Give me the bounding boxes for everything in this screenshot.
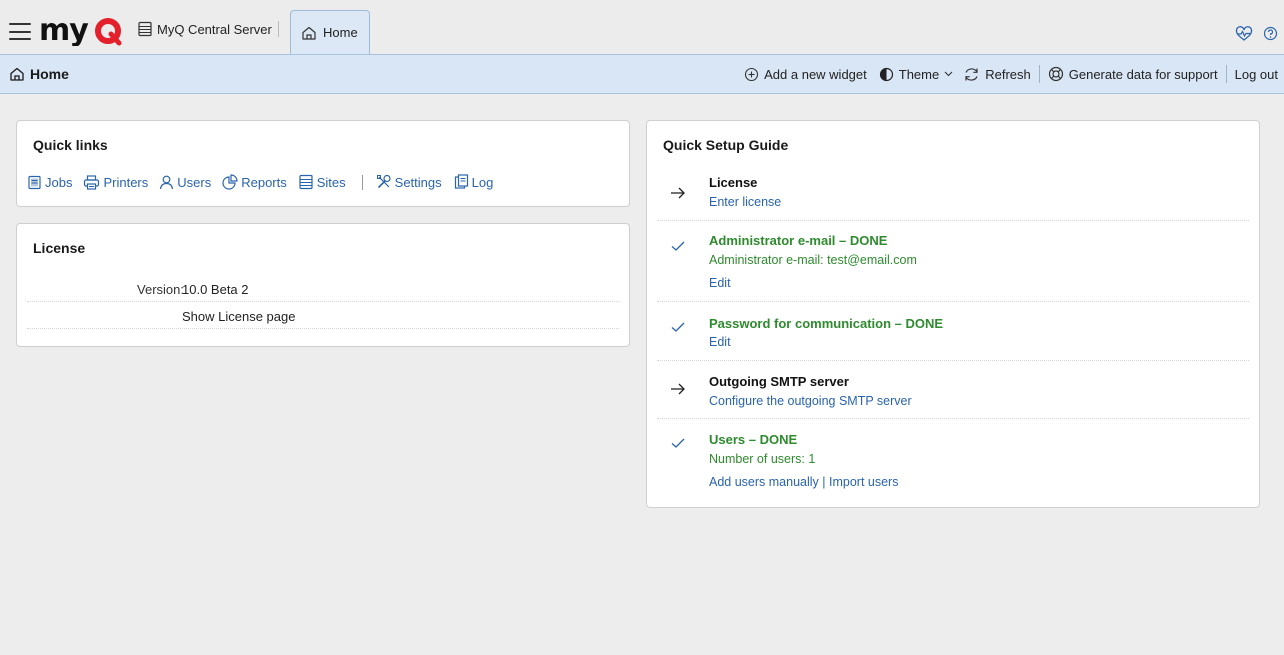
arrow-right-icon [671, 383, 685, 395]
theme-icon [879, 67, 893, 81]
top-bar: my MyQ Central Server Home [0, 0, 1284, 54]
quick-link-label: Log [471, 174, 494, 190]
refresh-icon [965, 67, 978, 81]
printer-icon [84, 174, 100, 190]
check-icon [671, 241, 685, 251]
license-link-row: Show License page [27, 302, 619, 329]
setup-item-admin-email: Administrator e-mail – DONE Administrato… [657, 221, 1249, 302]
support-label: Generate data for support [1068, 66, 1218, 82]
quick-link-reports[interactable]: Reports [222, 174, 287, 190]
show-license-link[interactable]: Show License page [182, 309, 295, 324]
logout-button[interactable]: Log out [1235, 67, 1278, 82]
quick-link-jobs[interactable]: Jobs [27, 175, 72, 190]
users-links: Add users manually | Import users [709, 475, 898, 489]
version-label: Version: [137, 282, 184, 297]
refresh-label: Refresh [985, 66, 1031, 82]
server-name: MyQ Central Server [157, 21, 272, 37]
divider [1038, 65, 1040, 83]
page-header: Home Add a new widget Theme Refresh Gene… [0, 54, 1284, 94]
arrow-right-icon [671, 187, 685, 199]
logout-label: Log out [1234, 66, 1278, 82]
settings-icon [376, 174, 391, 188]
panel-title: Quick Setup Guide [663, 137, 789, 153]
license-version-row: Version: 10.0 Beta 2 [27, 275, 619, 302]
edit-password-link[interactable]: Edit [709, 335, 731, 349]
home-icon [10, 67, 24, 81]
svg-text:my: my [39, 16, 89, 46]
lifebuoy-icon [1048, 66, 1063, 82]
setup-item-license: License Enter license [657, 163, 1249, 221]
reports-icon [222, 174, 238, 190]
help-button[interactable] [1263, 26, 1278, 41]
setup-item-title: Administrator e-mail – DONE [709, 233, 888, 248]
version-value: 10.0 Beta 2 [182, 282, 249, 297]
add-widget-button[interactable]: Add a new widget [744, 67, 867, 82]
menu-icon[interactable] [9, 23, 31, 40]
myq-logo[interactable]: my [39, 16, 123, 46]
quick-link-users[interactable]: Users [159, 175, 211, 190]
tab-label: Home [323, 25, 358, 40]
quick-links-panel: Quick links Jobs Printers Users Reports … [16, 120, 630, 207]
quick-link-label: Settings [394, 174, 442, 190]
divider [1225, 65, 1227, 83]
theme-dropdown[interactable]: Theme [879, 67, 953, 82]
log-icon [454, 174, 468, 189]
add-users-manually-link[interactable]: Add users manually [709, 475, 819, 489]
divider [278, 21, 279, 37]
setup-item-title: License [709, 175, 758, 190]
enter-license-link[interactable]: Enter license [709, 195, 781, 209]
setup-item-title: Users – DONE [709, 432, 798, 447]
quick-link-log[interactable]: Log [453, 174, 494, 190]
quick-link-label: Sites [316, 174, 346, 190]
setup-item-users: Users – DONE Number of users: 1 Add user… [657, 419, 1249, 499]
check-icon [671, 322, 685, 332]
sites-icon [299, 174, 313, 190]
setup-item-detail: Administrator e-mail: test@email.com [709, 253, 917, 267]
panel-title: License [33, 240, 86, 256]
setup-item-title: Outgoing SMTP server [709, 374, 849, 389]
setup-item-password: Password for communication – DONE Edit [657, 302, 1249, 361]
quick-link-printers[interactable]: Printers [83, 175, 148, 190]
tab-home[interactable]: Home [290, 10, 370, 54]
page-title-text: Home [30, 66, 69, 82]
edit-admin-email-link[interactable]: Edit [709, 276, 731, 290]
chevron-down-icon [944, 71, 953, 77]
import-users-link[interactable]: Import users [829, 475, 898, 489]
theme-label: Theme [898, 66, 940, 82]
page-title: Home [9, 66, 69, 82]
server-selector[interactable]: MyQ Central Server [137, 20, 272, 38]
add-widget-label: Add a new widget [764, 66, 867, 82]
setup-item-detail: Number of users: 1 [709, 452, 816, 466]
logo-image: my [39, 16, 122, 46]
quick-link-sites[interactable]: Sites [298, 174, 346, 190]
help-icon [1263, 26, 1278, 41]
panel-title: Quick links [33, 137, 108, 153]
divider [361, 174, 363, 190]
header-actions: Add a new widget Theme Refresh Generate … [744, 64, 1278, 84]
refresh-button[interactable]: Refresh [963, 67, 1031, 82]
generate-support-data-button[interactable]: Generate data for support [1048, 66, 1218, 82]
jobs-icon [28, 175, 41, 189]
quick-link-label: Jobs [45, 174, 73, 190]
configure-smtp-link[interactable]: Configure the outgoing SMTP server [709, 394, 912, 408]
health-icon [1235, 26, 1253, 41]
link-separator: | [822, 475, 826, 489]
setup-item-title: Password for communication – DONE [709, 316, 944, 331]
quick-link-label: Users [177, 174, 212, 190]
quick-links-row: Jobs Printers Users Reports Sites Settin… [27, 173, 504, 191]
health-button[interactable] [1235, 26, 1253, 42]
check-icon [671, 438, 685, 448]
user-icon [160, 175, 174, 189]
setup-item-smtp: Outgoing SMTP server Configure the outgo… [657, 361, 1249, 419]
license-panel: License Version: 10.0 Beta 2 Show Licens… [16, 223, 630, 347]
setup-guide-panel: Quick Setup Guide License Enter license … [646, 120, 1260, 508]
quick-link-settings[interactable]: Settings [376, 174, 442, 190]
plus-circle-icon [745, 67, 759, 81]
quick-link-label: Reports [241, 174, 287, 190]
home-icon [302, 26, 316, 40]
server-icon [138, 21, 152, 37]
quick-link-label: Printers [103, 174, 149, 190]
